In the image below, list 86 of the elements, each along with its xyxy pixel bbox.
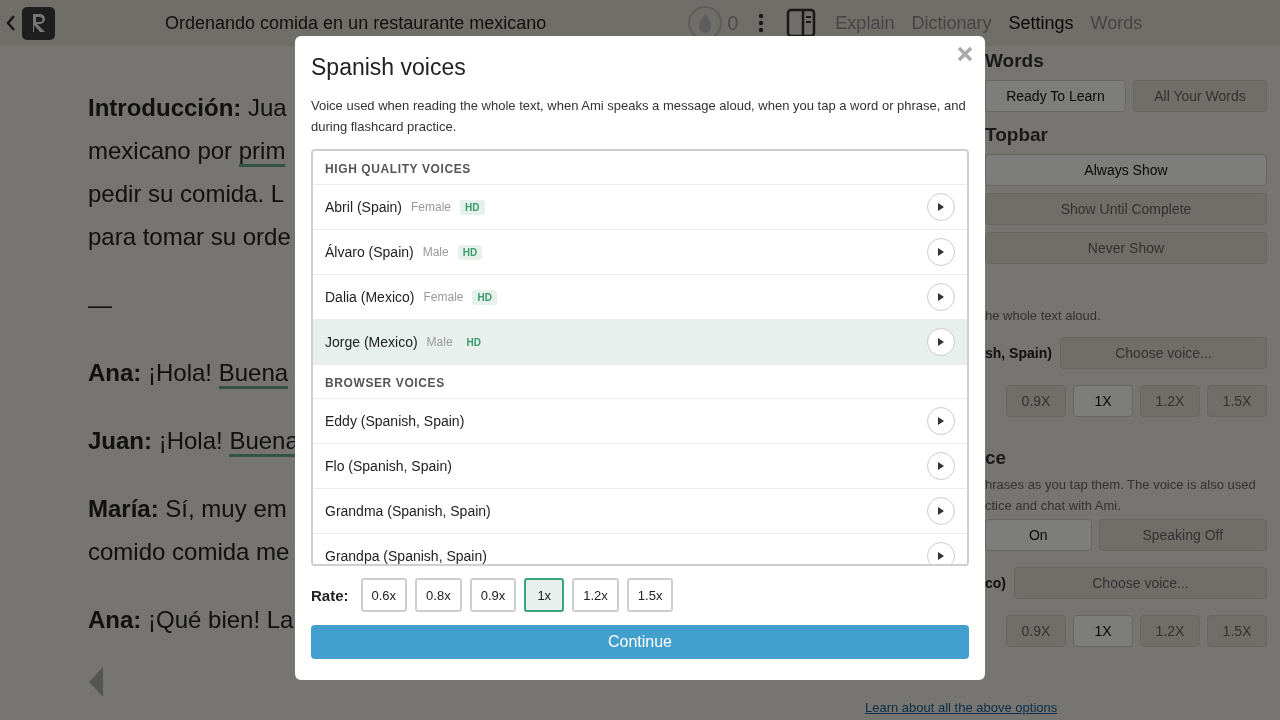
lesson-title: Ordenando comida en un restaurante mexicano [165,12,547,34]
voice-gender: Female [411,200,452,214]
description-text: ctice and chat with Ami. [985,498,1122,513]
rate-button[interactable]: 0.6x [360,578,408,612]
back-icon[interactable] [6,14,16,32]
play-button[interactable] [927,497,955,525]
play-button[interactable] [927,452,955,480]
voice-gender: Male [422,245,449,259]
rate-button[interactable]: 1.5X [1207,385,1267,417]
panel-tab[interactable]: Settings [1008,12,1074,34]
play-button[interactable] [927,193,955,221]
dialog-title: Spanish voices [311,54,467,81]
highlighted-word[interactable]: prim [238,137,286,167]
rate-button[interactable]: 1.5X [1207,615,1267,647]
play-button[interactable] [927,328,955,356]
option-button[interactable]: Never Show [985,232,1267,264]
more-icon[interactable] [758,13,765,33]
voice-name: Álvaro (Spain) [325,244,414,260]
option-button[interactable]: Always Show [985,154,1267,186]
learn-more-link[interactable]: Learn about all the above options [865,700,1058,715]
play-button[interactable] [927,407,955,435]
quality-label: HD [457,244,483,260]
quality-label: HD [465,335,483,350]
voice-row[interactable]: Jorge (Mexico) Male HD [313,320,967,365]
option-button[interactable]: Show Until Complete [985,193,1267,225]
text-line: Introducción: Jua [88,93,287,123]
play-icon [937,461,945,471]
text-line: María: Sí, muy em [88,494,287,524]
voice-name: Eddy (Spanish, Spain) [325,413,465,429]
voice-name: Jorge (Mexico) [325,334,418,350]
description-text: he whole text aloud. [985,308,1102,323]
play-icon [937,202,945,212]
text-line: mexicano por prim [88,129,286,172]
play-icon [937,337,945,347]
rate-button[interactable]: 1X [1073,615,1133,647]
section-heading: Words [985,50,1045,72]
text-line: pedir su comida. L [88,179,285,209]
voice-label: co) [985,575,1006,591]
text-line: comido comida me [88,537,290,567]
quality-label: HD [472,289,497,305]
option-button[interactable]: Ready To Learn [985,80,1126,112]
rate-button[interactable]: 1.5x [626,578,674,612]
continue-button[interactable]: Continue [311,625,969,659]
rate-button[interactable]: 1.2x [572,578,619,612]
play-icon [937,506,945,516]
choose-voice-button[interactable]: Choose voice... [1059,337,1267,369]
play-button[interactable] [927,283,955,311]
dialog-description: Voice used when reading the whole text, when Ami speaks a message aloud, when you tap a word or phrase, and during flashcard practice. [311,97,967,136]
panel-icon[interactable] [786,8,817,38]
voice-name: Dalia (Mexico) [325,289,415,305]
description-text: hrases as you tap them. The voice is also used [985,477,1257,492]
text-line: para tomar su orde [88,222,291,252]
text-line: Ana: ¡Hola! Buena [88,351,289,394]
logo-icon[interactable] [22,6,55,40]
option-button[interactable]: On [985,519,1092,551]
voice-gender: Female [423,290,464,304]
rate-button[interactable]: 1x [524,578,565,612]
highlighted-word[interactable]: Buena [218,359,289,389]
play-button[interactable] [927,238,955,266]
rate-label: Rate: [311,586,349,604]
play-icon [937,416,945,426]
rate-button[interactable]: 1X [1073,385,1133,417]
voice-name: Grandpa (Spanish, Spain) [325,548,487,564]
rate-button[interactable]: 1.2X [1140,615,1200,647]
section-heading: Topbar [985,124,1049,146]
rate-button[interactable]: 0.9X [1006,385,1066,417]
play-icon [937,292,945,302]
option-button[interactable]: Speaking Off [1098,519,1267,551]
voice-name: Abril (Spain) [325,199,403,215]
rate-button[interactable]: 0.9x [469,578,517,612]
rate-button[interactable]: 0.8x [415,578,462,612]
text-line: — [88,290,112,320]
voice-name: Flo (Spanish, Spain) [325,458,452,474]
voice-gender: Male [426,335,453,349]
play-icon [937,551,945,561]
voice-label: sh, Spain) [985,345,1052,361]
play-icon [937,247,945,257]
section-heading: ce [985,447,1008,469]
option-button[interactable]: All Your Words [1133,80,1267,112]
play-button[interactable] [927,542,955,564]
quality-label: HD [460,199,485,215]
voice-name: Grandma (Spanish, Spain) [325,503,491,519]
text-line: Ana: ¡Qué bien! La [88,605,294,635]
choose-voice-button[interactable]: Choose voice... [1014,567,1267,599]
rate-button[interactable]: 0.9X [1006,615,1066,647]
rate-button[interactable]: 1.2X [1140,385,1200,417]
